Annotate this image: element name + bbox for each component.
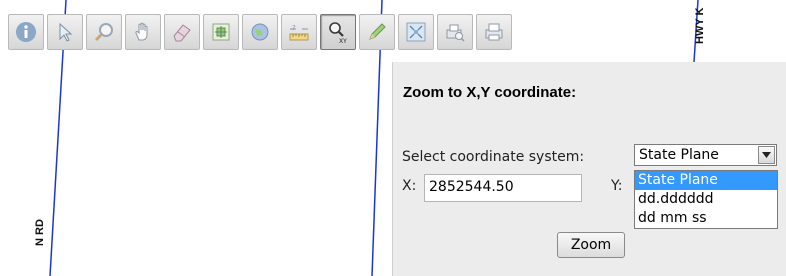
panel-title: Zoom to X,Y coordinate: (403, 84, 577, 101)
coordinate-system-select[interactable]: State Plane (634, 144, 777, 166)
map-toolbar: ? XY (8, 14, 512, 50)
clear-button[interactable] (164, 14, 200, 50)
magnifier-xy-icon: XY (329, 22, 347, 44)
print-button[interactable] (476, 14, 512, 50)
eraser-icon (173, 24, 191, 42)
arrow-pointer-icon (59, 22, 73, 42)
print-preview-icon (446, 24, 465, 42)
info-icon (16, 22, 36, 42)
chevron-down-icon (762, 152, 771, 158)
print-preview-button[interactable] (437, 14, 473, 50)
magnifier-icon (94, 23, 113, 42)
option-dms[interactable]: dd mm ss (635, 209, 777, 228)
printer-icon (485, 23, 503, 41)
y-label: Y: (611, 178, 623, 194)
map-extent-icon (212, 23, 230, 41)
coordinate-system-options: State Plane dd.dddddd dd mm ss (634, 170, 778, 229)
svg-text:XY: XY (339, 38, 347, 44)
x-label: X: (402, 178, 417, 194)
pan-button[interactable] (125, 14, 161, 50)
selected-system-value: State Plane (639, 147, 719, 163)
identify-button[interactable] (8, 14, 44, 50)
ruler-icon: ? (289, 24, 309, 41)
road-label: HWY K (694, 7, 706, 44)
coordinate-system-label: Select coordinate system: (402, 149, 585, 165)
x-coordinate-input[interactable]: 2852544.50 (424, 174, 582, 202)
zoom-button[interactable] (86, 14, 122, 50)
pencil-icon (369, 23, 386, 40)
select-button[interactable] (47, 14, 83, 50)
full-view-button[interactable] (242, 14, 278, 50)
road-label: N RD (34, 219, 46, 246)
overview-map-icon (406, 22, 426, 42)
zoom-extent-button[interactable] (203, 14, 239, 50)
zoom-xy-panel: Zoom to X,Y coordinate: Select coordinat… (392, 62, 786, 276)
option-state-plane[interactable]: State Plane (635, 171, 777, 190)
measure-button[interactable]: ? (281, 14, 317, 50)
svg-text:?: ? (292, 24, 296, 32)
zoom-button-submit[interactable]: Zoom (557, 232, 625, 258)
hand-icon (135, 22, 148, 41)
dropdown-toggle[interactable] (758, 146, 775, 164)
option-decimal-degrees[interactable]: dd.dddddd (635, 190, 777, 209)
globe-icon (251, 23, 269, 41)
overview-button[interactable] (398, 14, 434, 50)
zoom-xy-button[interactable]: XY (320, 14, 356, 50)
markup-button[interactable] (359, 14, 395, 50)
